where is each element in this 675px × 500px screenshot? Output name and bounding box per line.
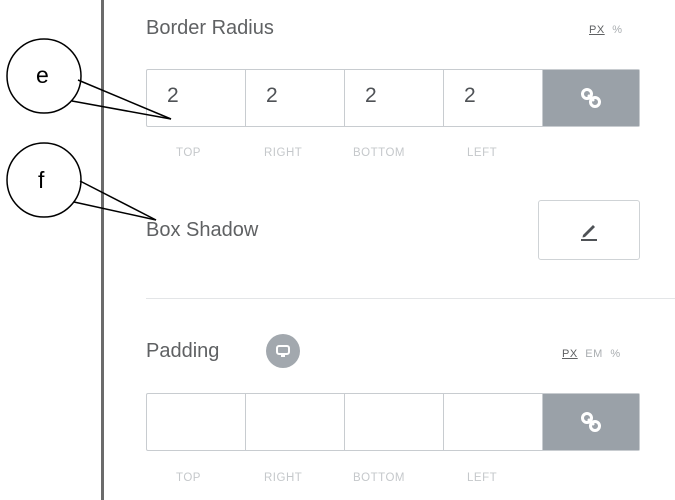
callout-e-line-a [77,79,172,120]
callout-f-line-b [73,201,157,221]
callout-f-label: f [38,167,45,193]
callout-e-line-b [71,100,172,120]
callout-f-line-a [79,180,157,221]
callout-e-label: e [36,62,49,88]
annotation-callouts [6,38,172,221]
